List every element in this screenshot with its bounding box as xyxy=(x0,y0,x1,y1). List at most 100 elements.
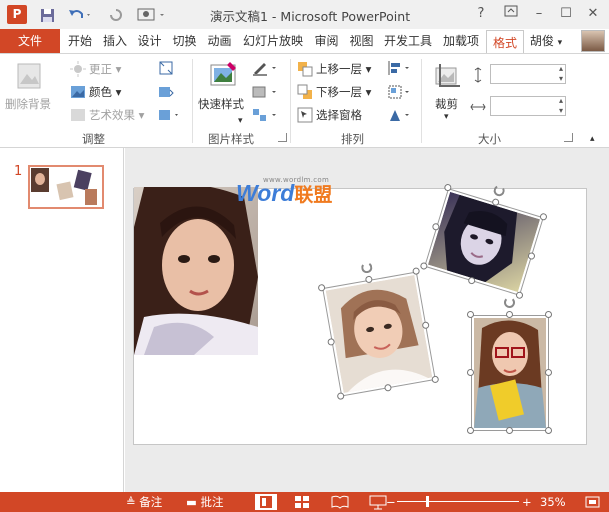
tab-view[interactable]: 视图 xyxy=(345,29,378,53)
slide-thumbnail-preview xyxy=(31,168,97,205)
restore-button[interactable]: ☐ xyxy=(553,4,579,24)
resize-handle[interactable] xyxy=(545,369,552,376)
bring-forward-icon xyxy=(297,61,313,77)
tab-transitions[interactable]: 切换 xyxy=(168,29,201,53)
picture-layout-icon[interactable] xyxy=(252,107,280,123)
resize-handle[interactable] xyxy=(467,311,474,318)
tab-developer[interactable]: 开发工具 xyxy=(380,29,436,53)
tab-insert[interactable]: 插入 xyxy=(99,29,131,53)
close-button[interactable]: ✕ xyxy=(580,4,606,24)
corrections-button[interactable]: 更正 ▾ xyxy=(70,61,121,77)
color-button[interactable]: 颜色 ▾ xyxy=(70,84,121,100)
tab-format[interactable]: 格式 xyxy=(486,30,524,54)
selection-pane-icon xyxy=(297,107,313,123)
adjust-group-label: 调整 xyxy=(82,132,105,146)
tab-animations[interactable]: 动画 xyxy=(203,29,236,53)
group-objects-icon[interactable] xyxy=(387,84,413,100)
picture-2-group[interactable] xyxy=(317,261,440,401)
bring-forward-label: 上移一层 xyxy=(316,62,362,76)
quick-styles-button[interactable]: 快速样式 xyxy=(198,96,244,112)
powerpoint-app-icon[interactable]: P xyxy=(7,5,27,24)
avatar[interactable] xyxy=(581,30,605,52)
crop-icon xyxy=(432,62,464,94)
tab-review[interactable]: 审阅 xyxy=(310,29,343,53)
height-field[interactable] xyxy=(490,64,566,84)
notes-label: 备注 xyxy=(139,495,163,509)
crop-caret[interactable]: ▾ xyxy=(444,112,449,122)
slide-thumbnails-pane: 1 xyxy=(0,148,124,492)
rotate-handle-icon[interactable] xyxy=(504,297,515,308)
align-icon[interactable] xyxy=(387,60,413,76)
group-divider xyxy=(290,59,291,143)
fit-slide-button[interactable] xyxy=(582,494,604,510)
ribbon-display-options-button[interactable] xyxy=(498,4,524,24)
picture-1[interactable] xyxy=(134,187,258,355)
compress-pictures-icon[interactable] xyxy=(158,60,174,76)
crop-button[interactable]: 裁剪 xyxy=(435,96,458,112)
tab-slide-show[interactable]: 幻灯片放映 xyxy=(238,29,308,53)
reading-view-button[interactable] xyxy=(329,494,351,510)
collapse-ribbon-icon[interactable]: ▴ xyxy=(590,134,595,144)
picture-border-icon[interactable] xyxy=(252,60,280,76)
selection-pane-label: 选择窗格 xyxy=(316,108,362,122)
zoom-in-button[interactable]: + xyxy=(522,492,532,512)
picture-styles-launcher-icon[interactable] xyxy=(278,133,287,142)
color-icon xyxy=(70,84,86,100)
resize-handle[interactable] xyxy=(545,427,552,434)
notes-button[interactable]: ≜ 备注 xyxy=(126,492,162,512)
resize-handle[interactable] xyxy=(545,311,552,318)
tab-design[interactable]: 设计 xyxy=(133,29,166,53)
rotate-icon[interactable] xyxy=(387,107,413,123)
comments-button[interactable]: ▬ 批注 xyxy=(186,492,224,512)
tab-home[interactable]: 开始 xyxy=(63,29,97,53)
user-name-label: 胡俊 xyxy=(529,34,554,48)
size-launcher-icon[interactable] xyxy=(564,133,573,142)
ribbon: 删除背景 更正 ▾ 颜色 ▾ 艺术效果 ▾ 调整 快速样式 ▾ 图片样式 上移一… xyxy=(0,53,609,148)
send-backward-label: 下移一层 xyxy=(316,85,362,99)
user-name[interactable]: 胡俊 ▾ xyxy=(528,29,564,53)
zoom-slider[interactable] xyxy=(397,501,519,502)
zoom-out-button[interactable]: − xyxy=(386,492,396,512)
slide-sorter-view-button[interactable] xyxy=(291,494,313,510)
save-icon[interactable] xyxy=(36,4,58,26)
resize-handle[interactable] xyxy=(467,369,474,376)
group-divider xyxy=(421,59,422,143)
quick-styles-label: 快速样式 xyxy=(198,97,244,111)
quick-styles-caret[interactable]: ▾ xyxy=(238,116,243,126)
remove-background-button[interactable]: 删除背景 xyxy=(5,96,51,112)
resize-handle[interactable] xyxy=(506,427,513,434)
height-icon xyxy=(470,67,486,83)
send-backward-button[interactable]: 下移一层 ▾ xyxy=(297,84,371,100)
width-field[interactable] xyxy=(490,96,566,116)
artistic-effects-button[interactable]: 艺术效果 ▾ xyxy=(70,107,144,123)
window-title: 演示文稿1 - Microsoft PowerPoint xyxy=(210,9,411,24)
help-button[interactable]: ? xyxy=(468,4,494,24)
resize-handle[interactable] xyxy=(467,427,474,434)
zoom-slider-thumb[interactable] xyxy=(426,496,429,507)
watermark-word: Word xyxy=(236,180,295,206)
tab-add-ins[interactable]: 加载项 xyxy=(438,29,484,53)
comments-label: 批注 xyxy=(200,495,224,509)
undo-icon[interactable] xyxy=(64,4,96,26)
ribbon-tab-bar: 文件 开始 插入 设计 切换 动画 幻灯片放映 审阅 视图 开发工具 加载项 格… xyxy=(0,29,609,54)
resize-handle[interactable] xyxy=(506,311,513,318)
zoom-level[interactable]: 35% xyxy=(540,492,566,512)
picture-4-group[interactable] xyxy=(467,297,552,434)
slide-number: 1 xyxy=(14,164,23,179)
artistic-effects-icon xyxy=(70,107,86,123)
arrange-group-label: 排列 xyxy=(341,132,364,146)
slide-thumbnail[interactable] xyxy=(28,165,104,209)
picture-effects-icon[interactable] xyxy=(252,84,280,100)
picture-styles-group-label: 图片样式 xyxy=(208,132,254,146)
remove-background-icon xyxy=(14,62,46,94)
bring-forward-button[interactable]: 上移一层 ▾ xyxy=(297,61,371,77)
selection-pane-button[interactable]: 选择窗格 xyxy=(297,107,362,123)
normal-view-button[interactable] xyxy=(255,494,277,510)
redo-icon[interactable] xyxy=(106,4,126,26)
selection-frame xyxy=(471,315,549,431)
from-beginning-icon[interactable] xyxy=(134,4,170,26)
minimize-button[interactable]: – xyxy=(526,4,552,24)
reset-picture-icon[interactable] xyxy=(158,107,182,123)
tab-file[interactable]: 文件 xyxy=(0,29,60,53)
change-picture-icon[interactable] xyxy=(158,84,174,100)
